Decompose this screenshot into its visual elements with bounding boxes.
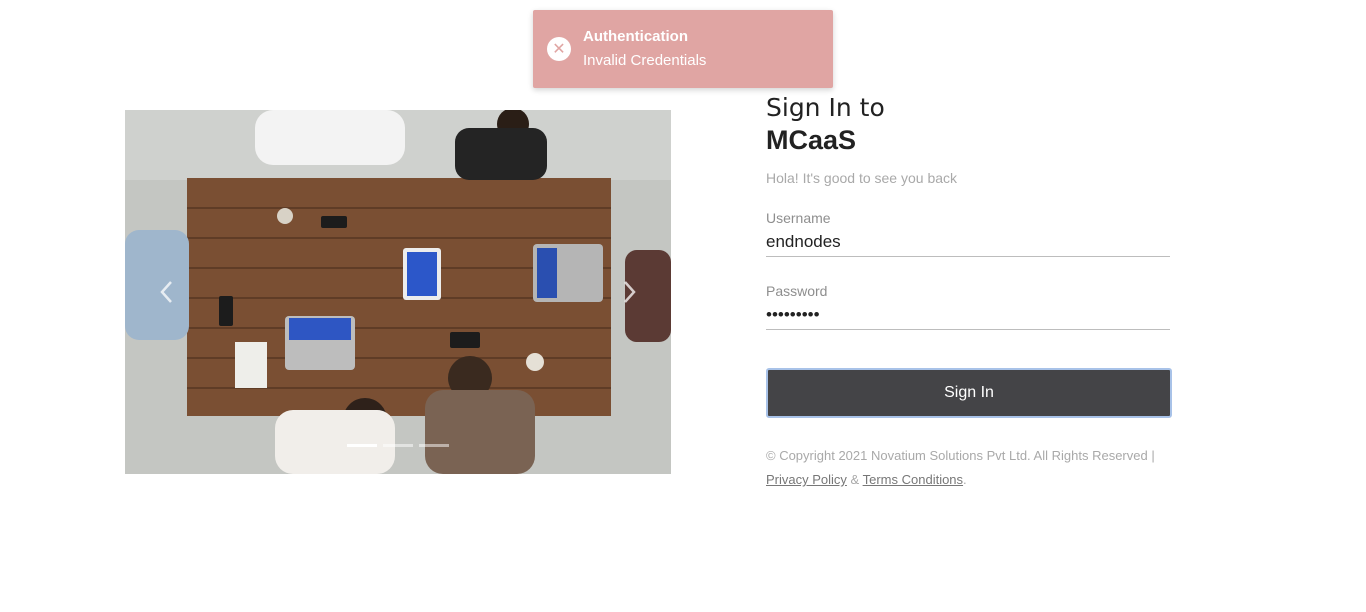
carousel-indicators: [347, 444, 449, 447]
page-title: Sign In to MCaaS: [766, 92, 966, 156]
terms-conditions-link[interactable]: Terms Conditions: [863, 472, 963, 487]
password-label: Password: [766, 283, 828, 299]
toast-title: Authentication: [583, 28, 688, 45]
image-carousel: [125, 110, 671, 474]
password-field-group: Password: [766, 283, 1170, 330]
carousel-indicator-1[interactable]: [347, 444, 377, 447]
close-circle-icon: ✕: [547, 37, 571, 61]
error-toast[interactable]: ✕ Authentication Invalid Credentials: [533, 10, 833, 88]
footer-copyright: © Copyright 2021 Novatium Solutions Pvt …: [766, 444, 1172, 492]
copyright-text: © Copyright 2021 Novatium Solutions Pvt …: [766, 448, 1155, 463]
title-line-1: Sign In to: [766, 93, 885, 122]
title-line-2: MCaaS: [766, 125, 857, 155]
team-meeting-photo: [125, 110, 671, 474]
period: .: [963, 472, 967, 487]
toast-text: Authentication Invalid Credentials: [583, 25, 706, 73]
signin-form: Sign In to MCaaS Hola! It's good to see …: [766, 92, 1172, 492]
signin-button[interactable]: Sign In: [766, 368, 1172, 418]
username-field-group: Username: [766, 210, 1170, 257]
ampersand: &: [850, 472, 860, 487]
chevron-left-icon: [160, 281, 172, 303]
carousel-indicator-3[interactable]: [419, 444, 449, 447]
chevron-right-icon: [624, 281, 636, 303]
password-field[interactable]: [766, 299, 1170, 330]
carousel-next-button[interactable]: [619, 278, 639, 306]
subtitle: Hola! It's good to see you back: [766, 170, 958, 186]
username-label: Username: [766, 210, 831, 226]
carousel-prev-button[interactable]: [157, 278, 177, 306]
username-field[interactable]: [766, 226, 1170, 257]
toast-message: Invalid Credentials: [583, 52, 707, 69]
privacy-policy-link[interactable]: Privacy Policy: [766, 472, 847, 487]
carousel-indicator-2[interactable]: [383, 444, 413, 447]
